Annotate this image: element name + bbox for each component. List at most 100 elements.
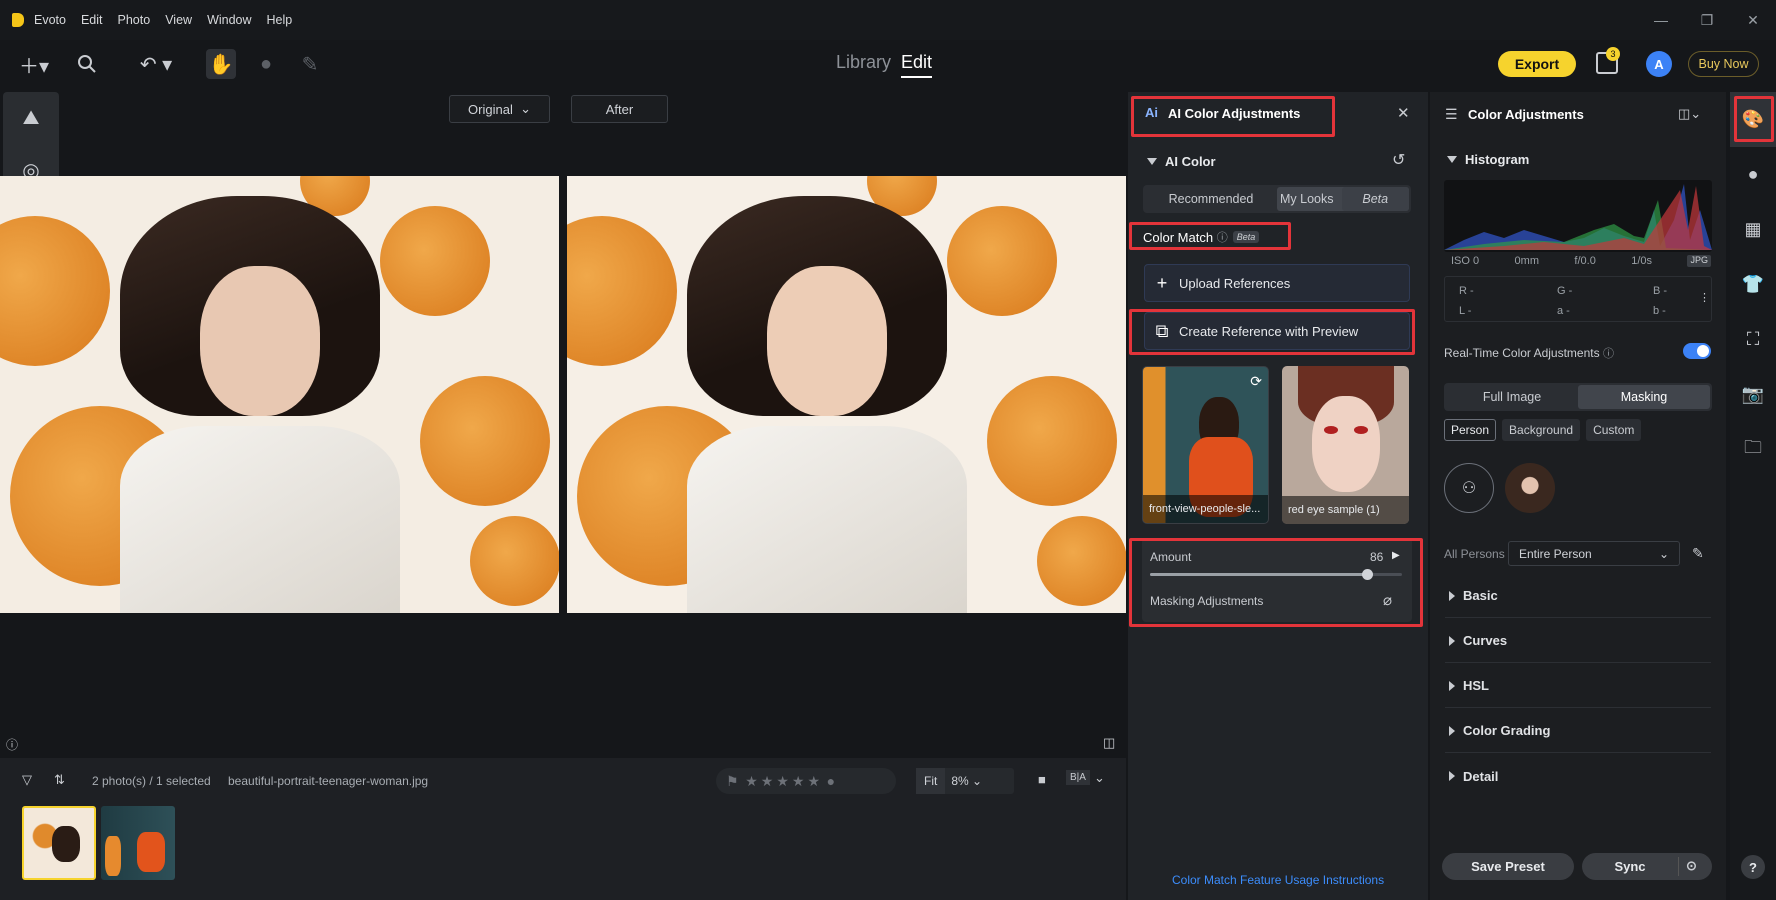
help-icon[interactable]: ⓘ bbox=[1603, 348, 1614, 360]
after-button[interactable]: After bbox=[571, 95, 668, 123]
section-detail[interactable]: Detail bbox=[1445, 754, 1711, 798]
filter-icon[interactable]: ▽ bbox=[22, 772, 32, 788]
all-persons-label: All Persons bbox=[1444, 547, 1505, 561]
original-dropdown[interactable]: Original ⌄ bbox=[449, 95, 550, 123]
fit-button[interactable]: Fit bbox=[916, 768, 946, 794]
reference-thumb-1[interactable]: ⟳ front-view-people-sle... bbox=[1142, 366, 1269, 524]
exif-focal: 0mm bbox=[1514, 255, 1539, 267]
color-label-icon[interactable]: ● bbox=[827, 773, 835, 789]
add-icon[interactable]: ＋▾ bbox=[14, 52, 54, 78]
edit-mask-icon[interactable]: ✎ bbox=[1692, 545, 1704, 562]
sync-button[interactable]: Sync ⊙ bbox=[1582, 853, 1712, 880]
filmstrip-thumb-2[interactable] bbox=[101, 806, 175, 880]
folder-icon[interactable]: 🗀 bbox=[1730, 422, 1776, 477]
info-icon[interactable]: ⓘ bbox=[6, 736, 18, 753]
upload-references-button[interactable]: + Upload References bbox=[1144, 264, 1410, 302]
tab-library[interactable]: Library bbox=[836, 52, 891, 78]
mode-tabs: Full Image Masking bbox=[1444, 383, 1712, 411]
all-persons-icon[interactable]: ⚇ bbox=[1444, 463, 1494, 513]
panel-layout-icon[interactable]: ◫⌄ bbox=[1678, 106, 1701, 122]
exif-shutter: 1/0s bbox=[1631, 255, 1653, 267]
flag-icon[interactable]: ⚑ bbox=[726, 773, 739, 789]
section-color-grading[interactable]: Color Grading bbox=[1445, 709, 1711, 753]
highlight-color-match bbox=[1129, 222, 1291, 250]
menu-view[interactable]: View bbox=[165, 13, 192, 27]
bandage-tool-icon[interactable]: ✎ bbox=[296, 52, 324, 76]
person-select[interactable]: Entire Person ⌄ bbox=[1508, 541, 1680, 566]
close-icon[interactable]: ✕ bbox=[1397, 104, 1410, 122]
realtime-toggle[interactable] bbox=[1683, 343, 1711, 359]
close-window-icon[interactable]: ✕ bbox=[1730, 0, 1776, 40]
hand-tool-icon[interactable]: ✋ bbox=[206, 49, 236, 79]
tab-background[interactable]: Background bbox=[1502, 419, 1581, 441]
camera-icon[interactable]: 📷 bbox=[1730, 367, 1776, 422]
view-chevron-icon[interactable]: ⌄ bbox=[1094, 770, 1105, 786]
clothing-icon[interactable]: 👕 bbox=[1730, 257, 1776, 312]
split-view-icon[interactable]: ◫ bbox=[1103, 735, 1115, 751]
star-5-icon[interactable]: ★ bbox=[807, 773, 820, 789]
original-label: Original bbox=[468, 101, 513, 117]
section-basic-label: Basic bbox=[1463, 588, 1498, 603]
evoto-logo-icon bbox=[12, 13, 24, 27]
more-icon[interactable]: ⋮ bbox=[1699, 291, 1710, 304]
face-icon[interactable]: ● bbox=[1730, 147, 1776, 202]
histogram-label: Histogram bbox=[1465, 152, 1530, 167]
menu-photo[interactable]: Photo bbox=[118, 13, 151, 27]
sort-icon[interactable]: ⇅ bbox=[54, 772, 65, 788]
zoom-dropdown[interactable]: 8% ⌄ bbox=[945, 774, 988, 788]
readout-r: R - bbox=[1459, 285, 1474, 297]
tab-masking[interactable]: Masking bbox=[1578, 385, 1710, 409]
maximize-icon[interactable]: ❐ bbox=[1684, 0, 1730, 40]
menu-help[interactable]: Help bbox=[267, 13, 293, 27]
ai-adjust-icon[interactable]: ⛰ bbox=[3, 92, 59, 144]
usage-instructions-link[interactable]: Color Match Feature Usage Instructions bbox=[1172, 873, 1384, 887]
refresh-icon[interactable]: ⟳ bbox=[1250, 373, 1262, 390]
section-basic[interactable]: Basic bbox=[1445, 574, 1711, 618]
readout-b: B - bbox=[1653, 285, 1668, 297]
undo-icon[interactable]: ↶ ▾ bbox=[132, 52, 180, 76]
search-icon[interactable] bbox=[72, 52, 102, 76]
tab-my-looks[interactable]: My Looks Beta bbox=[1277, 187, 1409, 211]
avatar[interactable]: A bbox=[1646, 51, 1672, 77]
after-image[interactable] bbox=[567, 176, 1126, 613]
save-preset-button[interactable]: Save Preset bbox=[1442, 853, 1574, 880]
realtime-text: Real-Time Color Adjustments bbox=[1444, 346, 1600, 360]
background-icon[interactable]: ▦ bbox=[1730, 202, 1776, 257]
reference-thumb-2[interactable]: red eye sample (1) bbox=[1282, 366, 1409, 524]
my-looks-label: My Looks bbox=[1280, 192, 1334, 206]
ai-color-header[interactable]: AI Color bbox=[1147, 154, 1216, 169]
buy-now-button[interactable]: Buy Now bbox=[1688, 51, 1759, 77]
rating-bar: ⚑ ★ ★ ★ ★ ★ ● bbox=[716, 768, 896, 794]
section-hsl-label: HSL bbox=[1463, 678, 1489, 693]
section-hsl[interactable]: HSL bbox=[1445, 664, 1711, 708]
section-curves[interactable]: Curves bbox=[1445, 619, 1711, 663]
brush-tool-icon[interactable]: ● bbox=[252, 52, 280, 76]
export-button[interactable]: Export bbox=[1498, 51, 1576, 77]
highlight-amount bbox=[1129, 538, 1423, 627]
filmstrip-thumb-1[interactable] bbox=[22, 806, 96, 880]
format-badge: JPG bbox=[1687, 255, 1711, 267]
sync-settings-icon[interactable]: ⊙ bbox=[1686, 858, 1697, 874]
person-avatar-thumb[interactable] bbox=[1505, 463, 1555, 513]
star-4-icon[interactable]: ★ bbox=[792, 773, 805, 789]
tab-edit[interactable]: Edit bbox=[901, 52, 933, 78]
minimize-icon[interactable]: — bbox=[1638, 0, 1684, 40]
before-after-view-icon[interactable]: B|A bbox=[1066, 770, 1090, 785]
single-view-icon[interactable]: ■ bbox=[1038, 772, 1046, 787]
menu-edit[interactable]: Edit bbox=[81, 13, 103, 27]
star-1-icon[interactable]: ★ bbox=[745, 773, 758, 789]
tab-custom[interactable]: Custom bbox=[1586, 419, 1642, 441]
tab-person[interactable]: Person bbox=[1444, 419, 1497, 441]
chevron-down-icon: ⌄ bbox=[1658, 546, 1669, 561]
help-button-icon[interactable]: ? bbox=[1741, 855, 1765, 879]
menu-window[interactable]: Window bbox=[207, 13, 251, 27]
star-3-icon[interactable]: ★ bbox=[776, 773, 789, 789]
reset-icon[interactable]: ↺ bbox=[1392, 150, 1405, 170]
crop-icon[interactable]: ⛶ bbox=[1730, 312, 1776, 367]
before-image[interactable] bbox=[0, 176, 559, 613]
tab-full-image[interactable]: Full Image bbox=[1446, 385, 1578, 409]
tab-recommended[interactable]: Recommended bbox=[1145, 187, 1277, 211]
notification-badge: 3 bbox=[1606, 47, 1620, 61]
histogram-header[interactable]: Histogram bbox=[1447, 152, 1529, 167]
star-2-icon[interactable]: ★ bbox=[761, 773, 774, 789]
